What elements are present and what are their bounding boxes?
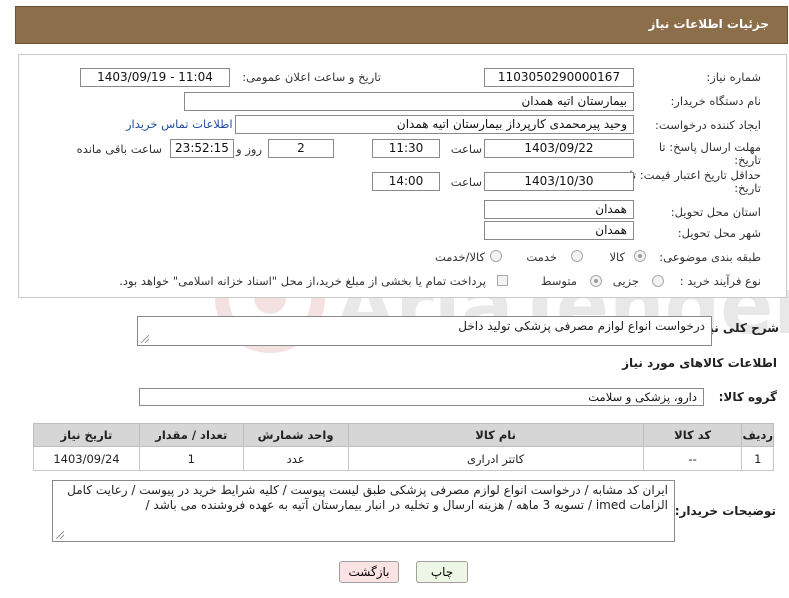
price-validity-time-label: ساعت	[450, 175, 482, 189]
purchase-option-minor: جزیی	[612, 274, 639, 288]
days-label: روز و	[236, 142, 262, 156]
province-field: همدان	[484, 200, 634, 219]
page-title: جزئیات اطلاعات نیاز	[648, 17, 769, 31]
category-radio-goods[interactable]	[634, 250, 646, 262]
purchase-radio-medium[interactable]	[590, 275, 602, 287]
buyer-notes-text: ایران کد مشابه / درخواست انواع لوازم مصر…	[67, 483, 668, 512]
price-validity-time-field: 14:00	[372, 172, 440, 191]
category-radio-service[interactable]	[571, 250, 583, 262]
city-label: شهر محل تحویل:	[677, 226, 761, 240]
cell-goods-code: --	[642, 446, 743, 471]
cell-goods-name: کاتتر ادراری	[347, 446, 644, 471]
treasury-payment-checkbox[interactable]	[497, 275, 508, 286]
price-validity-label-1: حداقل تاریخ اعتبار قیمت: تا	[629, 168, 761, 182]
deadline-label-1: مهلت ارسال پاسخ: تا	[658, 140, 761, 154]
category-radio-goods-service[interactable]	[490, 250, 502, 262]
col-row-number: ردیف	[741, 423, 774, 447]
deadline-label-2: تاریخ:	[734, 153, 761, 167]
cell-unit: عدد	[242, 446, 349, 471]
resize-handle-icon[interactable]	[141, 335, 149, 343]
buyer-contact-link[interactable]: اطلاعات تماس خریدار	[126, 117, 233, 131]
buyer-org-label: نام دستگاه خریدار:	[670, 94, 761, 108]
price-validity-label-2: تاریخ:	[734, 181, 761, 195]
description-textarea[interactable]: درخواست انواع لوازم مصرفی پزشکی تولید دا…	[137, 316, 712, 346]
buyer-notes-textarea[interactable]: ایران کد مشابه / درخواست انواع لوازم مصر…	[52, 480, 675, 542]
cell-row-number: 1	[741, 446, 774, 471]
print-button[interactable]: چاپ	[416, 561, 468, 583]
requester-field: وحید پیرمحمدی کارپرداز بیمارستان اتیه هم…	[235, 115, 634, 134]
purchase-option-medium: متوسط	[540, 274, 577, 288]
city-field: همدان	[484, 221, 634, 240]
goods-group-field: دارو، پزشکی و سلامت	[139, 388, 704, 406]
need-number-label: شماره نیاز:	[706, 70, 761, 84]
resize-handle-icon[interactable]	[56, 531, 64, 539]
items-table: ردیف کد کالا نام کالا واحد شمارش تعداد /…	[33, 423, 774, 471]
days-remaining-field: 2	[268, 139, 334, 158]
remaining-time-label: ساعت باقی مانده	[76, 142, 162, 156]
deadline-time-label: ساعت	[450, 142, 482, 156]
price-validity-date-field: 1403/10/30	[484, 172, 634, 191]
back-button[interactable]: بازگشت	[339, 561, 399, 583]
cell-need-date: 1403/09/24	[33, 446, 140, 471]
purchase-type-label: نوع فرآیند خرید :	[679, 274, 761, 288]
table-row: 1 -- کاتتر ادراری عدد 1 1403/09/24	[33, 446, 774, 471]
table-header-row: ردیف کد کالا نام کالا واحد شمارش تعداد /…	[33, 423, 774, 447]
col-need-date: تاریخ نیاز	[33, 423, 140, 447]
description-text: درخواست انواع لوازم مصرفی پزشکی تولید دا…	[458, 319, 705, 333]
purchase-radio-minor[interactable]	[652, 275, 664, 287]
cell-quantity: 1	[138, 446, 244, 471]
category-option-service: خدمت	[526, 250, 557, 264]
announce-label: تاریخ و ساعت اعلان عمومی:	[242, 70, 381, 84]
col-goods-name: نام کالا	[347, 423, 644, 447]
category-label: طبقه بندی موضوعی:	[659, 250, 761, 264]
deadline-date-field: 1403/09/22	[484, 139, 634, 158]
category-option-goods: کالا	[609, 250, 625, 264]
category-option-goods-service: کالا/خدمت	[434, 250, 485, 264]
need-number-field: 1103050290000167	[484, 68, 634, 87]
goods-section-title: اطلاعات کالاهای مورد نیاز	[622, 356, 777, 370]
province-label: استان محل تحویل:	[670, 205, 761, 219]
buyer-notes-label: توضیحات خریدار:	[674, 504, 776, 518]
requester-label: ایجاد کننده درخواست:	[655, 118, 761, 132]
page-header: جزئیات اطلاعات نیاز	[15, 6, 788, 44]
col-quantity: تعداد / مقدار	[138, 423, 244, 447]
buyer-org-field: بیمارستان اتیه همدان	[184, 92, 634, 111]
remaining-time-field: 23:52:15	[170, 139, 234, 158]
col-goods-code: کد کالا	[642, 423, 743, 447]
deadline-time-field: 11:30	[372, 139, 440, 158]
col-unit: واحد شمارش	[242, 423, 349, 447]
treasury-payment-note: پرداخت تمام یا بخشی از مبلغ خرید،از محل …	[119, 274, 486, 288]
goods-group-label: گروه کالا:	[718, 390, 777, 404]
announce-datetime-field: 1403/09/19 - 11:04	[80, 68, 230, 87]
